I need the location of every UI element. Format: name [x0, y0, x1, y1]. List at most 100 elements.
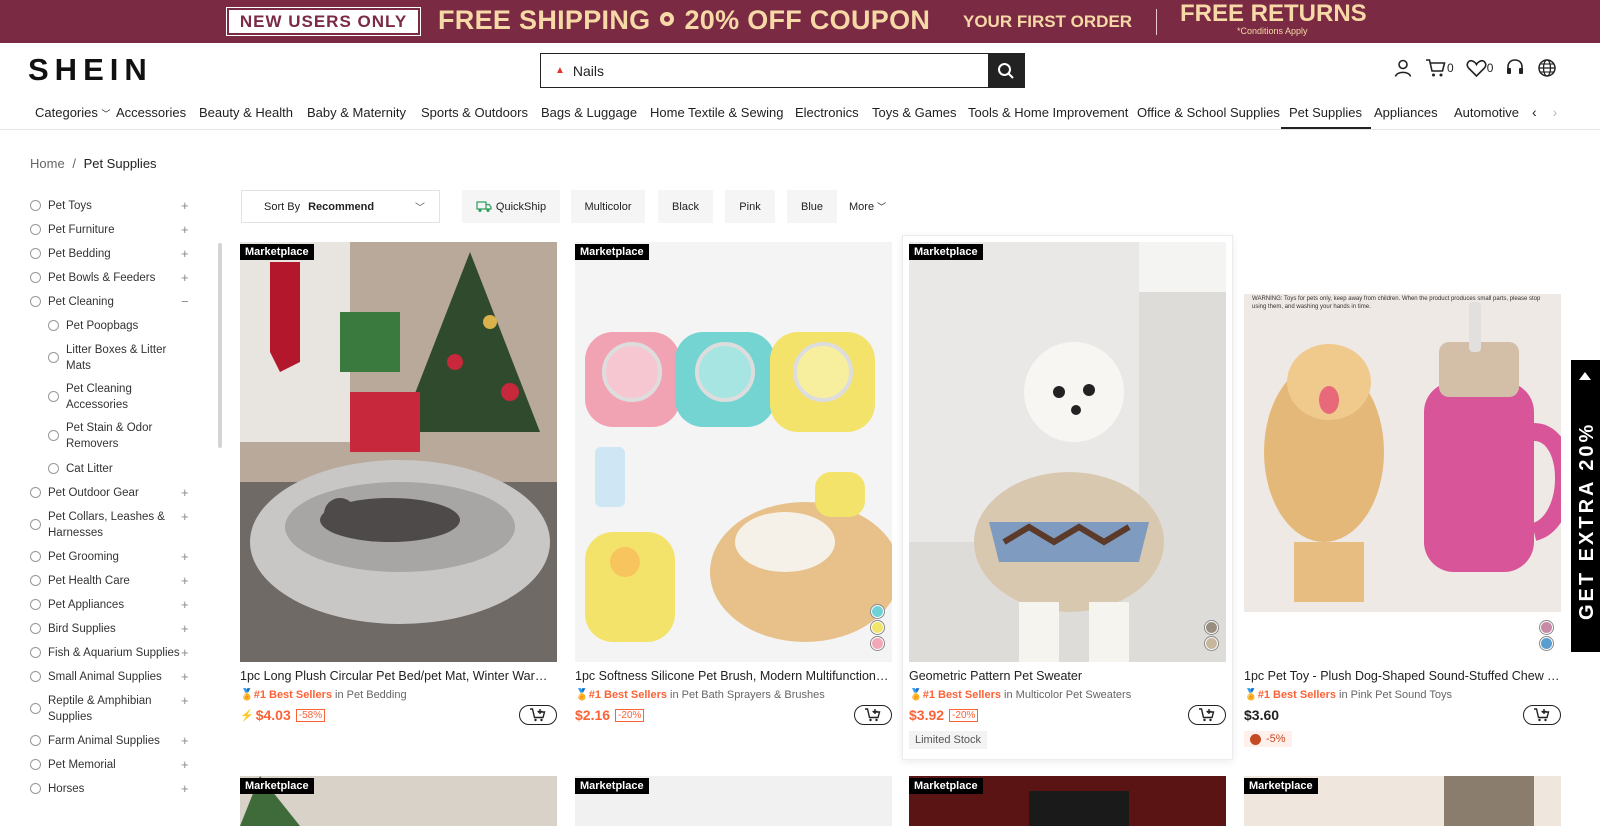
product-title[interactable]: 1pc Long Plush Circular Pet Bed/pet Mat,…: [240, 669, 557, 683]
radio-icon[interactable]: [30, 703, 41, 714]
expand-icon[interactable]: +: [181, 757, 189, 773]
add-to-cart-button[interactable]: [854, 705, 892, 725]
color-swatch[interactable]: [1205, 621, 1218, 634]
add-to-cart-button[interactable]: [1188, 705, 1226, 725]
nav-item-toys-games[interactable]: Toys & Games: [872, 105, 957, 120]
radio-icon[interactable]: [48, 391, 59, 402]
categories-dropdown[interactable]: Categories ﹀: [35, 105, 111, 120]
nav-item-electronics[interactable]: Electronics: [795, 105, 859, 120]
radio-icon[interactable]: [30, 519, 41, 530]
add-to-cart-button[interactable]: [519, 705, 557, 725]
radio-icon[interactable]: [30, 647, 41, 658]
product-card[interactable]: Marketplace: [575, 776, 892, 826]
radio-icon[interactable]: [48, 463, 59, 474]
radio-icon[interactable]: [48, 430, 59, 441]
radio-icon[interactable]: [30, 200, 41, 211]
support-button[interactable]: [1505, 58, 1525, 78]
nav-item-beauty-health[interactable]: Beauty & Health: [199, 105, 293, 120]
radio-icon[interactable]: [30, 224, 41, 235]
product-title[interactable]: 1pc Pet Toy - Plush Dog-Shaped Sound-Stu…: [1244, 669, 1561, 683]
radio-icon[interactable]: [30, 735, 41, 746]
collapse-icon[interactable]: −: [181, 294, 189, 310]
get-extra-coupon-tab[interactable]: GET EXTRA 20%: [1571, 360, 1600, 652]
wishlist-button[interactable]: 0: [1466, 59, 1493, 78]
radio-icon[interactable]: [30, 296, 41, 307]
expand-icon[interactable]: +: [181, 549, 189, 565]
nav-item-baby-maternity[interactable]: Baby & Maternity: [307, 105, 406, 120]
radio-icon[interactable]: [30, 783, 41, 794]
shein-logo[interactable]: SHEIN: [28, 52, 153, 88]
expand-icon[interactable]: +: [181, 733, 189, 749]
nav-item-sports-outdoors[interactable]: Sports & Outdoors: [421, 105, 528, 120]
expand-icon[interactable]: +: [181, 246, 189, 262]
product-card[interactable]: Marketplace: [1244, 776, 1561, 826]
product-image-pet-toy[interactable]: WARNING: Toys for pets only, keep away f…: [1244, 242, 1561, 662]
expand-icon[interactable]: +: [181, 509, 189, 525]
nav-item-automotive[interactable]: Automotive: [1454, 105, 1519, 120]
best-seller-rank[interactable]: 🏅#1 Best Sellers in Multicolor Pet Sweat…: [909, 688, 1131, 701]
breadcrumb-home[interactable]: Home: [30, 156, 65, 171]
nav-item-tools-home[interactable]: Tools & Home Improvement: [968, 105, 1128, 120]
radio-icon[interactable]: [30, 272, 41, 283]
product-card[interactable]: Marketplace: [909, 776, 1226, 826]
expand-icon[interactable]: +: [181, 573, 189, 589]
radio-icon[interactable]: [48, 352, 59, 363]
nav-item-pet-supplies[interactable]: Pet Supplies: [1281, 105, 1371, 129]
nav-item-accessories[interactable]: Accessories: [116, 105, 186, 120]
language-button[interactable]: [1537, 58, 1557, 78]
filter-chip-multicolor[interactable]: Multicolor: [571, 190, 645, 223]
best-seller-rank[interactable]: 🏅#1 Best Sellers in Pet Bath Sprayers & …: [575, 688, 825, 701]
filter-chip-black[interactable]: Black: [658, 190, 713, 223]
color-swatch[interactable]: [871, 605, 884, 618]
best-seller-rank[interactable]: 🏅#1 Best Sellers in Pet Bedding: [240, 688, 407, 701]
best-seller-rank[interactable]: 🏅#1 Best Sellers in Pink Pet Sound Toys: [1244, 688, 1452, 701]
expand-icon[interactable]: +: [181, 669, 189, 685]
expand-icon[interactable]: +: [181, 270, 189, 286]
expand-icon[interactable]: +: [181, 198, 189, 214]
search-bar[interactable]: ▲: [540, 53, 1025, 88]
search-button[interactable]: [988, 54, 1024, 87]
radio-icon[interactable]: [30, 248, 41, 259]
product-image-pet-sweater[interactable]: Marketplace: [909, 242, 1226, 662]
nav-item-appliances[interactable]: Appliances: [1374, 105, 1438, 120]
nav-item-bags-luggage[interactable]: Bags & Luggage: [541, 105, 637, 120]
product-title[interactable]: 1pc Softness Silicone Pet Brush, Modern …: [575, 669, 892, 683]
collapse-arrow-icon[interactable]: [1579, 372, 1591, 380]
chevron-left-icon[interactable]: ‹: [1532, 104, 1537, 120]
chevron-right-icon[interactable]: ›: [1553, 104, 1558, 120]
promo-banner[interactable]: NEW USERS ONLY FREE SHIPPING 20% OFF COUP…: [0, 0, 1600, 43]
color-swatch[interactable]: [1540, 621, 1553, 634]
expand-icon[interactable]: +: [181, 693, 189, 709]
add-to-cart-button[interactable]: [1523, 705, 1561, 725]
sort-dropdown[interactable]: Sort By Recommend ﹀: [241, 190, 440, 223]
sidebar-scrollbar[interactable]: [218, 243, 222, 448]
filter-chip-pink[interactable]: Pink: [725, 190, 775, 223]
expand-icon[interactable]: +: [181, 222, 189, 238]
color-swatch[interactable]: [871, 621, 884, 634]
expand-icon[interactable]: +: [181, 597, 189, 613]
radio-icon[interactable]: [30, 599, 41, 610]
expand-icon[interactable]: +: [181, 485, 189, 501]
account-button[interactable]: [1393, 58, 1413, 78]
filter-chip-blue[interactable]: Blue: [787, 190, 837, 223]
product-image-pet-brush[interactable]: Marketplace: [575, 242, 892, 662]
radio-icon[interactable]: [30, 671, 41, 682]
radio-icon[interactable]: [30, 759, 41, 770]
more-filters-button[interactable]: More ﹀: [849, 200, 886, 213]
product-image-pet-bed[interactable]: Marketplace: [240, 242, 557, 662]
radio-icon[interactable]: [30, 487, 41, 498]
cart-button[interactable]: 0: [1425, 58, 1454, 78]
color-swatch[interactable]: [871, 637, 884, 650]
radio-icon[interactable]: [30, 623, 41, 634]
expand-icon[interactable]: +: [181, 621, 189, 637]
color-swatch[interactable]: [1205, 637, 1218, 650]
radio-icon[interactable]: [30, 551, 41, 562]
filter-chip-quickship[interactable]: QuickShip: [462, 190, 560, 223]
product-title[interactable]: Geometric Pattern Pet Sweater: [909, 669, 1226, 683]
color-swatch[interactable]: [1540, 637, 1553, 650]
expand-icon[interactable]: +: [181, 645, 189, 661]
search-input[interactable]: [572, 62, 973, 79]
expand-icon[interactable]: +: [181, 781, 189, 797]
radio-icon[interactable]: [30, 575, 41, 586]
nav-item-home-textile[interactable]: Home Textile & Sewing: [650, 105, 783, 120]
